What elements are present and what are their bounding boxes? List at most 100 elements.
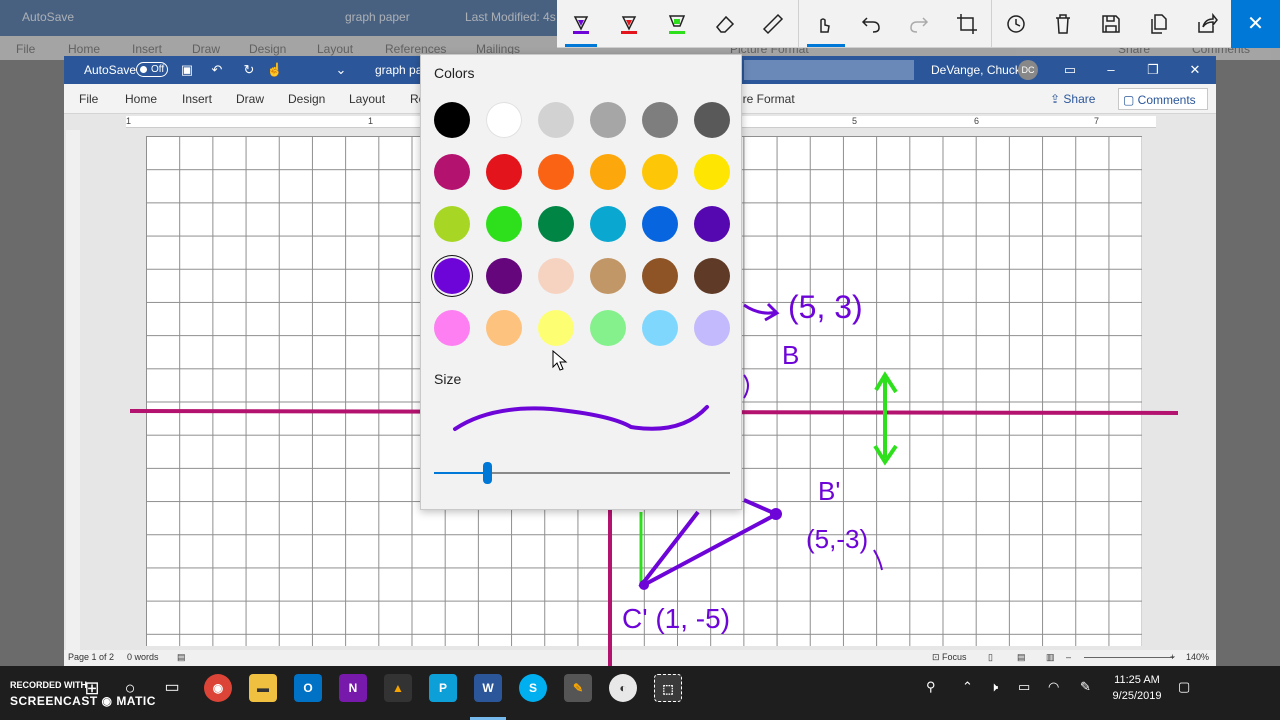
- share-button[interactable]: ⇪ Share: [1050, 88, 1108, 110]
- color-swatch[interactable]: [694, 102, 730, 138]
- zoom-in-icon[interactable]: +: [1170, 652, 1175, 662]
- color-swatch[interactable]: [434, 310, 470, 346]
- color-swatch[interactable]: [642, 102, 678, 138]
- purple-pen-tool[interactable]: [561, 4, 601, 44]
- crop-tool[interactable]: [947, 4, 987, 44]
- color-swatch[interactable]: [694, 310, 730, 346]
- print-layout-icon[interactable]: ▤: [1017, 652, 1026, 663]
- vertical-ruler[interactable]: [66, 130, 80, 650]
- snip-icon[interactable]: ⬚: [654, 674, 682, 702]
- color-swatch[interactable]: [590, 310, 626, 346]
- skype-icon[interactable]: S: [519, 674, 547, 702]
- color-swatch[interactable]: [694, 258, 730, 294]
- color-swatch[interactable]: [486, 310, 522, 346]
- app-icon[interactable]: P: [429, 674, 457, 702]
- color-swatch[interactable]: [694, 206, 730, 242]
- color-swatch[interactable]: [590, 154, 626, 190]
- cortana-icon[interactable]: ○: [116, 674, 144, 702]
- red-pen-tool[interactable]: [609, 4, 649, 44]
- undo-icon[interactable]: ↶: [206, 59, 228, 81]
- wifi-icon[interactable]: ◠: [1048, 679, 1059, 695]
- color-swatch[interactable]: [538, 206, 574, 242]
- word-icon[interactable]: W: [474, 674, 502, 702]
- tab-file[interactable]: File: [79, 92, 98, 106]
- delete-tool[interactable]: [1043, 4, 1083, 44]
- highlighter-tool[interactable]: [657, 4, 697, 44]
- eraser-tool[interactable]: [705, 4, 745, 44]
- app-icon[interactable]: ▲: [384, 674, 412, 702]
- save-icon[interactable]: ▣: [176, 59, 198, 81]
- color-swatch[interactable]: [434, 206, 470, 242]
- comments-button[interactable]: ▢ Comments: [1118, 88, 1208, 110]
- color-swatch[interactable]: [642, 154, 678, 190]
- color-swatch[interactable]: [642, 310, 678, 346]
- start-icon[interactable]: ⊞: [78, 674, 106, 702]
- user-name[interactable]: DeVange, Chuck: [931, 63, 1021, 77]
- people-icon[interactable]: ⚲: [926, 679, 936, 695]
- touch-writing-tool[interactable]: [803, 4, 843, 44]
- color-swatch[interactable]: [642, 206, 678, 242]
- ruler-tool[interactable]: [753, 4, 793, 44]
- close-icon[interactable]: ✕: [1184, 59, 1206, 81]
- avatar[interactable]: DC: [1018, 60, 1038, 80]
- read-mode-icon[interactable]: ▯: [988, 652, 993, 663]
- system-clock[interactable]: 11:25 AM 9/25/2019: [1102, 672, 1172, 704]
- zoom-level[interactable]: 140%: [1186, 652, 1209, 662]
- color-swatch[interactable]: [486, 154, 522, 190]
- battery-icon[interactable]: ▭: [1018, 679, 1030, 695]
- zoom-out-icon[interactable]: –: [1066, 652, 1071, 662]
- page-count[interactable]: Page 1 of 2: [68, 652, 114, 662]
- word-count[interactable]: 0 words: [127, 652, 159, 662]
- file-explorer-icon[interactable]: ▬: [249, 674, 277, 702]
- customize-icon[interactable]: ⌄: [330, 59, 352, 81]
- chrome-icon[interactable]: ◉: [204, 674, 232, 702]
- tab-insert[interactable]: Insert: [182, 92, 212, 106]
- color-swatch[interactable]: [694, 154, 730, 190]
- color-swatch[interactable]: [590, 258, 626, 294]
- ribbon-display-icon[interactable]: ▭: [1059, 59, 1081, 81]
- search-box[interactable]: [744, 60, 914, 80]
- show-hidden-icons-icon[interactable]: ⌃: [962, 679, 973, 695]
- volume-icon[interactable]: 🕨: [990, 679, 998, 695]
- color-swatch[interactable]: [486, 102, 522, 138]
- tab-picture-format[interactable]: ure Format: [736, 92, 795, 106]
- color-swatch[interactable]: [538, 102, 574, 138]
- tab-layout[interactable]: Layout: [349, 92, 385, 106]
- web-layout-icon[interactable]: ▥: [1046, 652, 1055, 663]
- undo-tool[interactable]: [851, 4, 891, 44]
- tab-home[interactable]: Home: [125, 92, 157, 106]
- color-swatch[interactable]: [486, 206, 522, 242]
- autosave-toggle[interactable]: Off: [136, 62, 168, 77]
- minimize-icon[interactable]: –: [1100, 59, 1122, 81]
- size-slider-thumb[interactable]: [483, 462, 492, 484]
- color-swatch[interactable]: [642, 258, 678, 294]
- copy-tool[interactable]: [1139, 4, 1179, 44]
- close-toolbar-button[interactable]: ✕: [1231, 0, 1280, 48]
- color-swatch[interactable]: [538, 154, 574, 190]
- proofing-icon[interactable]: ▤: [177, 652, 186, 663]
- touch-mode-icon[interactable]: ☝: [264, 59, 286, 81]
- task-view-icon[interactable]: ▭: [158, 674, 186, 702]
- onenote-icon[interactable]: N: [339, 674, 367, 702]
- app-icon[interactable]: ✎: [564, 674, 592, 702]
- save-tool[interactable]: [1091, 4, 1131, 44]
- notifications-icon[interactable]: ▢: [1178, 679, 1190, 695]
- tab-draw[interactable]: Draw: [236, 92, 264, 106]
- color-swatch[interactable]: [538, 310, 574, 346]
- app-icon[interactable]: ◐: [609, 674, 637, 702]
- color-swatch[interactable]: [434, 154, 470, 190]
- color-swatch[interactable]: [590, 102, 626, 138]
- focus-button[interactable]: ⊡ Focus: [932, 652, 967, 663]
- maximize-icon[interactable]: ❐: [1142, 59, 1164, 81]
- redo-tool[interactable]: [899, 4, 939, 44]
- tab-design[interactable]: Design: [288, 92, 325, 106]
- history-tool[interactable]: [996, 4, 1036, 44]
- outlook-icon[interactable]: O: [294, 674, 322, 702]
- color-swatch[interactable]: [538, 258, 574, 294]
- color-swatch[interactable]: [434, 102, 470, 138]
- redo-icon[interactable]: ↻: [238, 59, 260, 81]
- color-swatch[interactable]: [486, 258, 522, 294]
- zoom-slider[interactable]: [1084, 657, 1174, 658]
- color-swatch[interactable]: [434, 258, 470, 294]
- pen-workspace-icon[interactable]: ✎: [1080, 679, 1091, 695]
